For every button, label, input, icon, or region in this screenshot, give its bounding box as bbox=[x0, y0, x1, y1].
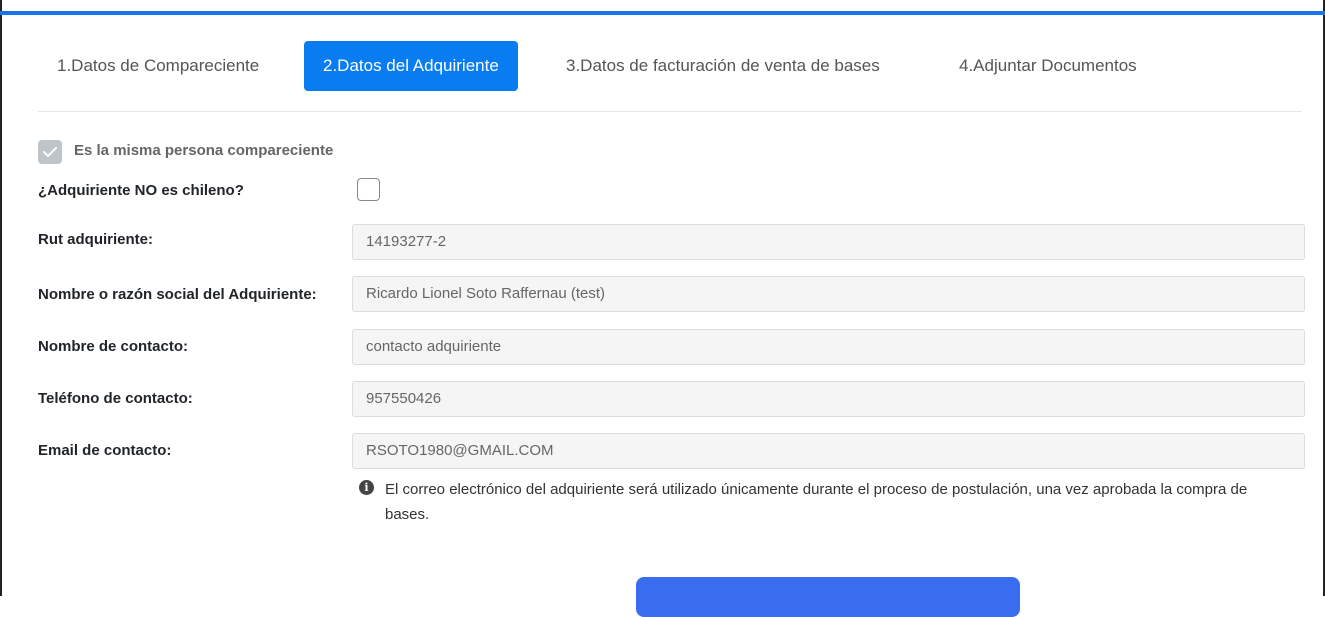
rut-field[interactable]: 14193277-2 bbox=[352, 224, 1305, 260]
info-circle-icon: i bbox=[359, 480, 374, 495]
top-accent-bar bbox=[0, 11, 1325, 15]
same-person-checkbox[interactable] bbox=[38, 140, 62, 164]
not-chilean-label: ¿Adquiriente NO es chileno? bbox=[38, 182, 244, 199]
name-field[interactable]: Ricardo Lionel Soto Raffernau (test) bbox=[352, 276, 1305, 312]
phone-field[interactable]: 957550426 bbox=[352, 381, 1305, 417]
rut-label: Rut adquiriente: bbox=[38, 231, 153, 248]
tab-adjuntar-documentos[interactable]: 4.Adjuntar Documentos bbox=[940, 41, 1156, 91]
name-label: Nombre o razón social del Adquiriente: bbox=[38, 286, 317, 303]
check-icon bbox=[43, 147, 57, 157]
tab-datos-facturacion[interactable]: 3.Datos de facturación de venta de bases bbox=[547, 41, 899, 91]
tab-datos-adquiriente[interactable]: 2.Datos del Adquiriente bbox=[304, 41, 518, 91]
step-tabs: 1.Datos de Compareciente 2.Datos del Adq… bbox=[38, 41, 1302, 91]
tabs-divider bbox=[38, 111, 1302, 112]
contact-name-label: Nombre de contacto: bbox=[38, 338, 189, 355]
tab-datos-compareciente[interactable]: 1.Datos de Compareciente bbox=[38, 41, 278, 91]
contact-name-field[interactable]: contacto adquiriente bbox=[352, 329, 1305, 365]
not-chilean-checkbox[interactable] bbox=[357, 178, 380, 201]
email-label: Email de contacto: bbox=[38, 442, 172, 459]
email-info-text: El correo electrónico del adquiriente se… bbox=[385, 481, 1248, 523]
email-field[interactable]: RSOTO1980@GMAIL.COM bbox=[352, 433, 1305, 469]
phone-label: Teléfono de contacto: bbox=[38, 390, 193, 407]
same-person-label: Es la misma persona compareciente bbox=[74, 142, 334, 159]
submit-button[interactable] bbox=[636, 577, 1020, 617]
